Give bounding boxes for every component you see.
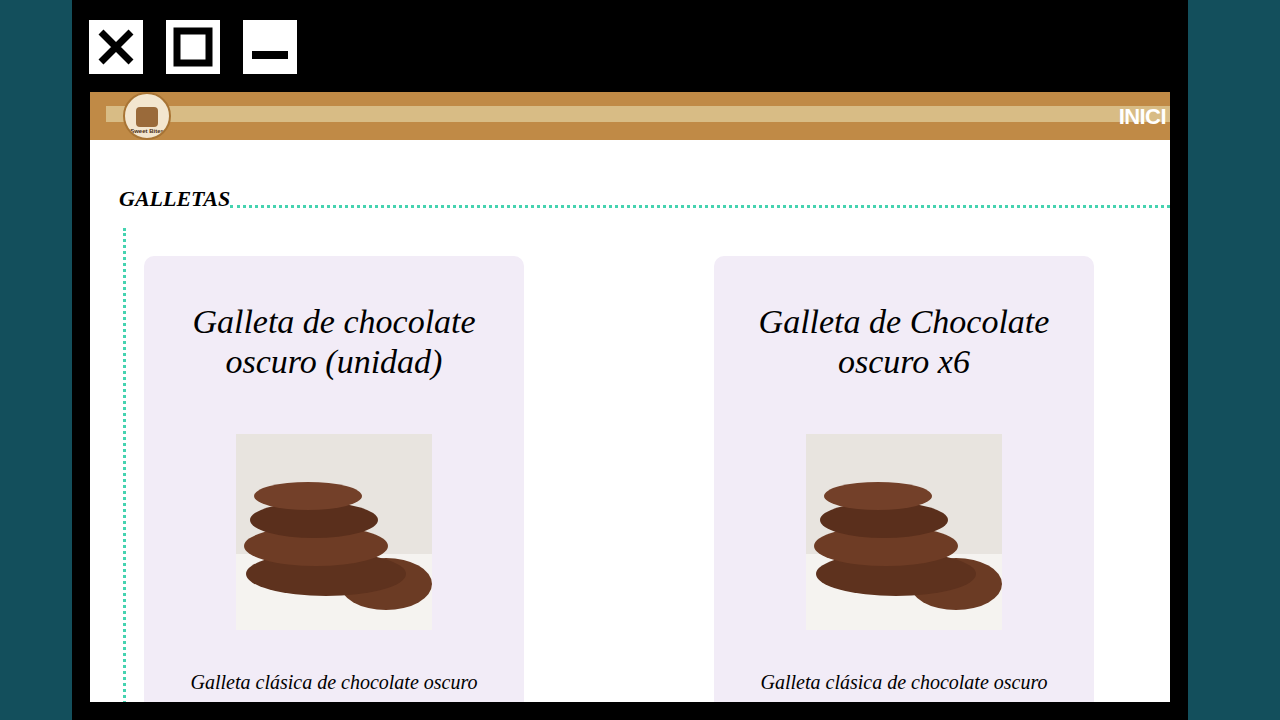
product-title: Galleta de Chocolate oscuro x6: [730, 302, 1078, 382]
product-photo: [236, 434, 432, 630]
site-logo[interactable]: Sweet Bites: [123, 92, 171, 140]
site-nav: INICI: [1119, 100, 1166, 133]
jar-icon: [136, 107, 158, 127]
window-titlebar: [72, 0, 1188, 92]
product-card[interactable]: Galleta de Chocolate oscuro x6 Galleta cl…: [714, 256, 1094, 702]
browser-window: Sweet Bites INICI GALLETAS Galleta de choco…: [72, 0, 1188, 720]
product-photo: [806, 434, 1002, 630]
product-description: Galleta clásica de chocolate oscuro: [191, 670, 478, 694]
product-card[interactable]: Galleta de chocolate oscuro (unidad) Gall…: [144, 256, 524, 702]
header-stripe: [106, 106, 1170, 122]
nav-link[interactable]: INICI: [1119, 100, 1166, 133]
section-title: GALLETAS: [119, 188, 230, 210]
logo-text: Sweet Bites: [130, 128, 164, 134]
site-header: Sweet Bites INICI: [90, 92, 1170, 140]
section-heading: GALLETAS: [90, 188, 1170, 210]
close-icon[interactable]: [89, 20, 143, 74]
product-title: Galleta de chocolate oscuro (unidad): [160, 302, 508, 382]
minimize-icon[interactable]: [243, 20, 297, 74]
product-description: Galleta clásica de chocolate oscuro: [761, 670, 1048, 694]
web-page: Sweet Bites INICI GALLETAS Galleta de choco…: [90, 92, 1170, 702]
section-divider: [230, 205, 1170, 208]
product-grid: Galleta de chocolate oscuro (unidad) Gall…: [123, 228, 1170, 702]
maximize-icon[interactable]: [166, 20, 220, 74]
